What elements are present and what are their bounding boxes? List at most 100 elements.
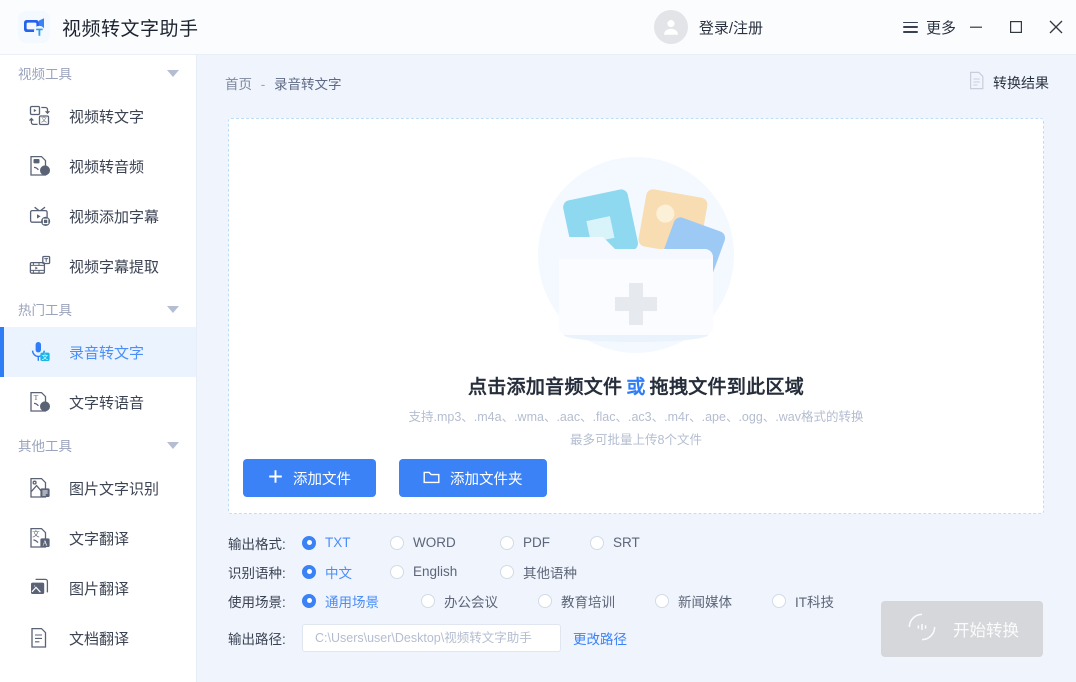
add-folder-button[interactable]: 添加文件夹 (399, 459, 547, 497)
option-label: 输出格式: (228, 536, 286, 552)
chevron-down-icon[interactable] (167, 69, 179, 77)
title-bar-right: 登录/注册 更多 (653, 0, 1076, 55)
sidebar-item-text-translate[interactable]: 文 A 文字翻译 (0, 513, 196, 563)
radio-icon (500, 564, 514, 579)
radio-output-format-txt[interactable]: TXT (302, 535, 390, 550)
radio-output-format-pdf[interactable]: PDF (500, 535, 590, 550)
add-file-button[interactable]: 添加文件 (243, 459, 376, 497)
sidebar-item-image-ocr[interactable]: 图片文字识别 (0, 463, 196, 513)
radio-icon (390, 564, 404, 579)
radio-scenario-office-meeting[interactable]: 办公会议 (421, 591, 538, 611)
sidebar-item-text-to-speech[interactable]: T 文字转语音 (0, 377, 196, 427)
radio-label: TXT (325, 535, 351, 550)
text-translate-icon: 文 A (27, 525, 53, 551)
main-content: 首页 - 录音转文字 转换结果 点击添加音频文件 或 拖拽文件到此区域 支持.m… (197, 55, 1076, 682)
chevron-down-icon[interactable] (167, 305, 179, 313)
folder-with-files-illustration (521, 147, 751, 362)
drop-title-part1: 点击添加音频文件 (467, 377, 623, 398)
minimize-icon[interactable] (956, 0, 996, 55)
folder-icon (423, 469, 440, 488)
sidebar-group-title: 其他工具 (18, 439, 72, 454)
change-path-link[interactable]: 更改路径 (573, 628, 627, 648)
radio-scenario-it-tech[interactable]: IT科技 (772, 591, 834, 611)
radio-icon (772, 593, 786, 608)
add-file-label: 添加文件 (293, 471, 351, 488)
radio-language-english[interactable]: English (390, 564, 500, 579)
start-convert-button[interactable]: 开始转换 (881, 601, 1043, 657)
sidebar-item-audio-to-text[interactable]: 文 录音转文字 (0, 327, 196, 377)
video-to-audio-icon (27, 153, 53, 179)
radio-label: IT科技 (795, 594, 834, 610)
radio-icon (655, 593, 669, 608)
sidebar-item-video-to-text[interactable]: 文 视频转文字 (0, 91, 196, 141)
more-label: 更多 (925, 19, 956, 37)
account-button[interactable]: 登录/注册 (653, 10, 763, 44)
radio-output-format-word[interactable]: WORD (390, 535, 500, 550)
svg-text:文: 文 (42, 352, 49, 361)
radio-language-other[interactable]: 其他语种 (500, 562, 577, 582)
app-logo-wrap: 视频转文字助手 (18, 11, 199, 43)
sidebar-item-video-add-subtitle[interactable]: 视频添加字幕 (0, 191, 196, 241)
radio-label: WORD (413, 535, 456, 550)
breadcrumb-home[interactable]: 首页 (225, 77, 252, 92)
radio-icon (302, 535, 316, 550)
sidebar-item-label: 视频转文字 (69, 108, 145, 126)
radio-output-format-srt[interactable]: SRT (590, 535, 640, 550)
document-translate-icon (27, 625, 53, 651)
option-row-recognition-language: 识别语种: 中文 English 其他语种 (228, 557, 868, 586)
sidebar-item-label: 视频添加字幕 (69, 208, 160, 226)
close-icon[interactable] (1036, 0, 1076, 55)
sidebar: 视频工具 文 视频转文字 视频转音频 视频添加字幕 视频字幕提取 热门工具 文 … (0, 55, 197, 682)
upload-limit-text: 最多可批量上传8个文件 (570, 433, 702, 447)
video-extract-subtitle-icon (27, 253, 53, 279)
radio-label: PDF (523, 535, 550, 550)
sidebar-item-label: 视频字幕提取 (69, 258, 160, 276)
user-avatar-icon (653, 10, 688, 44)
sidebar-item-image-translate[interactable]: 图片翻译 (0, 563, 196, 613)
radio-label: 教育培训 (561, 594, 615, 610)
radio-scenario-education[interactable]: 教育培训 (538, 591, 655, 611)
supported-formats-text: 支持.mp3、.m4a、.wma、.aac、.flac、.ac3、.m4r、.a… (408, 410, 864, 424)
radio-language-chinese[interactable]: 中文 (302, 562, 390, 582)
account-label: 登录/注册 (698, 19, 763, 37)
conversion-result-button[interactable]: 转换结果 (968, 71, 1049, 95)
drop-title-or: 或 (626, 377, 646, 398)
sidebar-group-hot-tools[interactable]: 热门工具 (0, 291, 196, 327)
radio-icon (302, 593, 316, 608)
add-folder-label: 添加文件夹 (450, 471, 523, 488)
chevron-down-icon[interactable] (167, 441, 179, 449)
sidebar-item-label: 文字转语音 (69, 394, 145, 412)
sidebar-item-video-to-audio[interactable]: 视频转音频 (0, 141, 196, 191)
svg-text:A: A (42, 539, 48, 547)
radio-scenario-general[interactable]: 通用场景 (302, 591, 421, 611)
radio-label: SRT (613, 535, 640, 550)
option-row-output-format: 输出格式: TXT WORD PDF SRT (228, 528, 868, 557)
svg-text:文: 文 (41, 116, 47, 124)
radio-scenario-news-media[interactable]: 新闻媒体 (655, 591, 772, 611)
sidebar-item-document-translate[interactable]: 文档翻译 (0, 613, 196, 663)
breadcrumb-current: 录音转文字 (274, 77, 342, 92)
more-button[interactable]: 更多 (902, 17, 956, 38)
maximize-icon[interactable] (996, 0, 1036, 55)
sidebar-group-title: 视频工具 (18, 67, 72, 82)
upload-drop-zone[interactable]: 点击添加音频文件或拖拽文件到此区域 支持.mp3、.m4a、.wma、.aac、… (228, 118, 1044, 514)
title-bar: 视频转文字助手 登录/注册 更多 (0, 0, 1076, 55)
sidebar-item-label: 视频转音频 (69, 158, 145, 176)
sidebar-group-other-tools[interactable]: 其他工具 (0, 427, 196, 463)
text-to-speech-icon: T (27, 389, 53, 415)
output-path-label: 输出路径: (228, 632, 286, 647)
video-to-text-icon: 文 (27, 103, 53, 129)
svg-text:文: 文 (32, 529, 40, 538)
sidebar-item-label: 图片文字识别 (69, 480, 160, 498)
sidebar-item-label: 图片翻译 (69, 580, 130, 598)
output-path-input[interactable] (302, 624, 561, 652)
output-path-row: 输出路径: 更改路径 (228, 619, 868, 657)
conversion-result-label: 转换结果 (993, 75, 1049, 91)
image-ocr-icon (27, 475, 53, 501)
upload-buttons: 添加文件 添加文件夹 (243, 459, 547, 497)
sidebar-group-video-tools[interactable]: 视频工具 (0, 55, 196, 91)
radio-label: 通用场景 (325, 594, 379, 610)
sidebar-item-video-extract-subtitle[interactable]: 视频字幕提取 (0, 241, 196, 291)
sidebar-item-label: 文档翻译 (69, 630, 130, 648)
radio-icon (390, 535, 404, 550)
